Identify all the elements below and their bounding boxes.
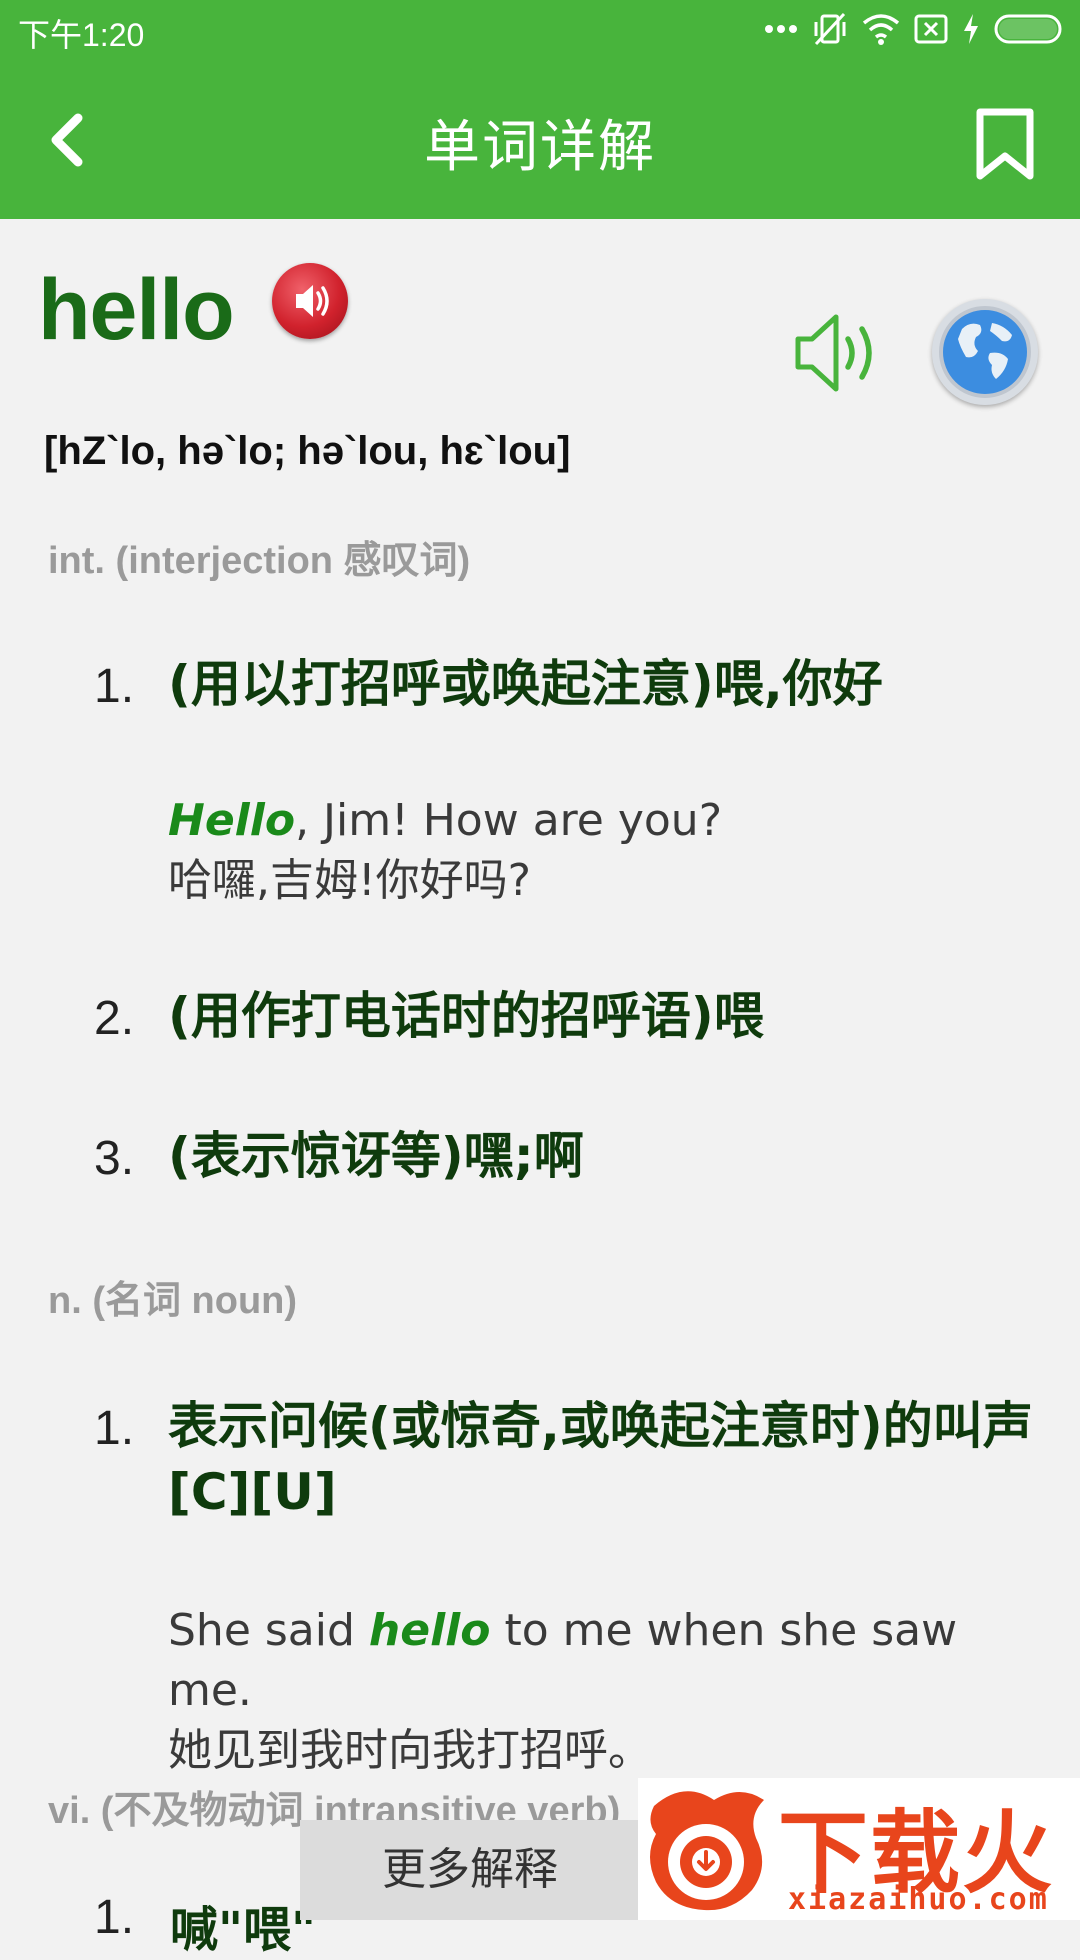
example: She said hello to me when she saw me. 她见… [168, 1601, 1048, 1781]
definition-number: 1. [94, 1402, 135, 1455]
bookmark-icon [976, 108, 1034, 180]
definition-number: 1. [94, 660, 135, 713]
example-zh: 她见到我时向我打招呼。 [168, 1725, 652, 1776]
part-of-speech: int. (interjection 感叹词) [48, 540, 471, 582]
pronounce-button[interactable] [272, 263, 348, 339]
play-audio-button[interactable] [792, 307, 888, 399]
definition-text: (表示惊讶等)嘿;啊 [168, 1127, 584, 1185]
headword: hello [38, 262, 235, 358]
web-search-button[interactable] [932, 299, 1038, 405]
volume-icon [795, 314, 872, 392]
charging-icon [964, 14, 978, 44]
watermark-url: xiazaihuo.com [788, 1882, 1049, 1917]
definition-text: (用以打招呼或唤起注意)喂,你好 [168, 655, 883, 713]
example-en: Hello, Jim! How are you? [168, 791, 1048, 851]
speaker-icon [296, 285, 329, 317]
example-zh: 哈囉,吉姆!你好吗? [168, 855, 531, 906]
battery-icon [994, 14, 1062, 44]
sim-off-icon [914, 14, 948, 44]
status-time: 下午1:20 [18, 17, 145, 53]
definition-number: 3. [94, 1132, 135, 1185]
definition-text: 表示问候(或惊奇,或唤起注意时)的叫声[C][U] [168, 1397, 1033, 1521]
phonetic: [hZ`lo, hə`lo; hə`lou, hɛ`lou] [44, 429, 571, 473]
wifi-icon [862, 14, 900, 45]
bookmark-button[interactable] [974, 108, 1036, 180]
example: Hello, Jim! How are you? 哈囉,吉姆!你好吗? [168, 791, 1048, 911]
watermark-logo-icon [650, 1791, 764, 1911]
status-bar: 下午1:20 [0, 0, 1080, 58]
more-dots-icon [765, 25, 797, 33]
part-of-speech: n. (名词 noun) [48, 1280, 298, 1322]
globe-icon [939, 306, 1031, 398]
status-icons [764, 12, 1066, 46]
example-keyword: hello [368, 1605, 491, 1656]
definition-number: 2. [94, 992, 135, 1045]
page-title: 单词详解 [424, 115, 656, 180]
definition-text: 喊"喂" [170, 1902, 317, 1958]
definition-text: (用作打电话时的招呼语)喂 [168, 987, 764, 1045]
example-en: She said hello to me when she saw me. [168, 1601, 1048, 1721]
watermark: 下载火 xiazaihuo.com [638, 1778, 1080, 1920]
more-explanations-button[interactable]: 更多解释 [300, 1820, 640, 1920]
definition-number: 1. [94, 1891, 135, 1944]
example-keyword: Hello [168, 795, 296, 846]
vibrate-off-icon [814, 12, 846, 46]
app-bar: 单词详解 [0, 58, 1080, 219]
example-en-after: , Jim! How are you? [295, 795, 723, 846]
example-en-before: She said [168, 1605, 369, 1656]
